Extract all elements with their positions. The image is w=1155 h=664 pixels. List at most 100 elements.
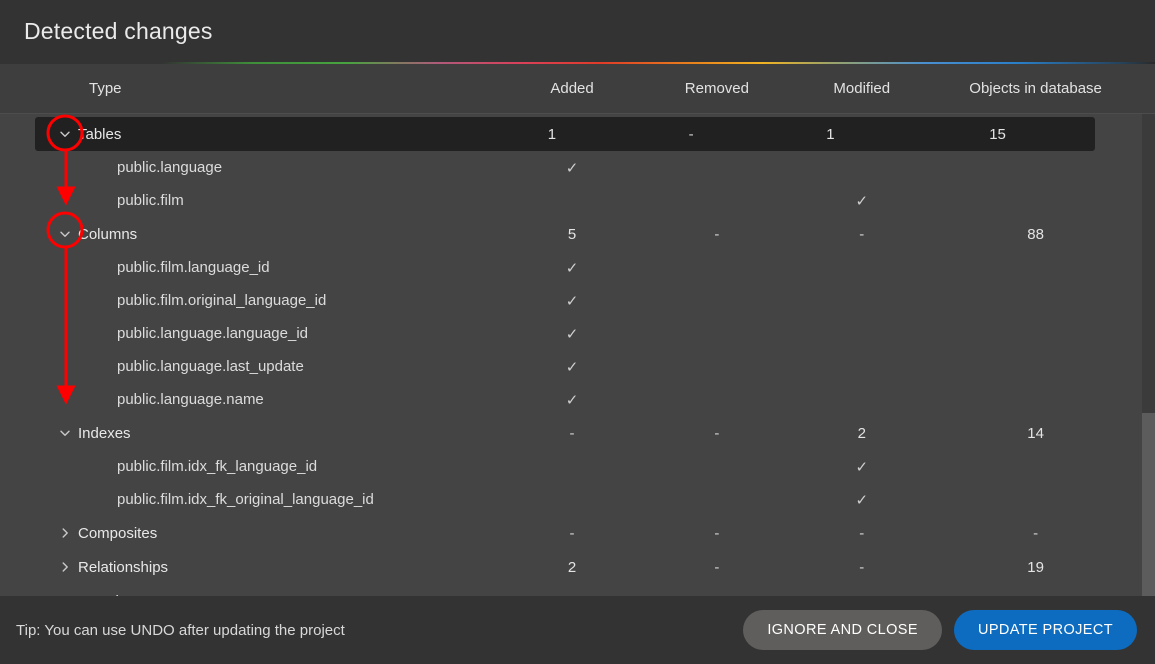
count-value: 1 [826, 125, 835, 143]
count-value: 88 [1027, 225, 1044, 243]
checkmark-icon: ✓ [565, 358, 579, 376]
count-value: 5 [567, 225, 577, 243]
object-name: public.film.language_id [117, 259, 270, 276]
table-row[interactable]: public.language ✓ [0, 151, 1137, 184]
column-header-removed: Removed [684, 80, 749, 97]
footer-buttons: IGNORE AND CLOSE UPDATE PROJECT [743, 610, 1137, 650]
count-value: 14 [1027, 424, 1044, 442]
table-row[interactable]: public.language.language_id ✓ [0, 317, 1137, 350]
empty-value: - [714, 225, 720, 243]
changes-list: Tables 1 - 1 15 public.language ✓ public.film ✓ C… [0, 114, 1155, 596]
cell-objects: 88 [934, 226, 1137, 243]
vertical-scrollbar-thumb[interactable] [1142, 412, 1155, 596]
table-row[interactable]: public.film.original_language_id ✓ [0, 284, 1137, 317]
table-row[interactable]: public.film.language_id ✓ [0, 251, 1137, 284]
page-title: Detected changes [24, 17, 213, 44]
table-group-row[interactable]: Tables 1 - 1 15 [35, 117, 1095, 151]
cell-modified: - [789, 226, 934, 243]
table-row[interactable]: public.language.last_update ✓ [0, 350, 1137, 383]
cell-modified: 1 [761, 126, 900, 143]
chevron-right-icon[interactable] [52, 526, 78, 540]
detected-changes-dialog: Detected changes Type Added Removed Modi… [0, 0, 1155, 664]
checkmark-icon: ✓ [565, 259, 579, 277]
cell-modified: ✓ [789, 458, 934, 476]
count-value: 19 [1027, 558, 1044, 576]
empty-value: - [714, 424, 720, 442]
row-label-cell: Indexes [0, 425, 500, 442]
empty-value: - [859, 558, 865, 576]
ignore-and-close-button[interactable]: IGNORE AND CLOSE [743, 610, 942, 650]
table-group-row[interactable]: Composites - - - - [0, 516, 1137, 550]
cell-added: - [500, 525, 645, 542]
cell-modified: - [789, 525, 934, 542]
object-name: public.film.original_language_id [117, 292, 327, 309]
cell-added: ✓ [500, 325, 645, 343]
count-value: 10 [1027, 593, 1044, 597]
vertical-scrollbar[interactable] [1142, 114, 1155, 596]
table-group-row[interactable]: Columns 5 - - 88 [0, 217, 1137, 251]
empty-value: - [859, 225, 865, 243]
cell-objects: 10 [934, 593, 1137, 597]
empty-value: - [714, 593, 719, 597]
table-row[interactable]: public.film.idx_fk_language_id ✓ [0, 450, 1137, 483]
object-name: public.film.idx_fk_language_id [117, 458, 318, 475]
row-label-cell: public.language [0, 159, 500, 176]
chevron-down-icon[interactable] [52, 127, 78, 141]
object-name: public.language.language_id [117, 325, 309, 342]
row-label-cell: public.language.name [0, 391, 500, 408]
chevron-right-icon[interactable] [52, 560, 78, 574]
cell-removed: - [644, 226, 789, 243]
empty-value: - [1033, 524, 1039, 542]
group-name: Composites [78, 524, 158, 542]
table-group-row[interactable]: Indexes - - 2 14 [0, 416, 1137, 450]
count-value: 15 [989, 125, 1006, 143]
cell-removed: - [622, 126, 761, 143]
cell-added: ✓ [500, 159, 645, 177]
object-name: public.language.name [117, 391, 264, 408]
cell-added: 1 [482, 126, 621, 143]
chevron-down-icon[interactable] [52, 426, 78, 440]
checkmark-icon: ✓ [565, 325, 579, 343]
cell-modified: 2 [789, 425, 934, 442]
cell-added: 5 [500, 226, 645, 243]
empty-value: - [714, 558, 720, 576]
group-name: Tables [78, 125, 122, 143]
empty-value: - [859, 524, 865, 542]
cell-objects: 15 [900, 126, 1095, 143]
empty-value: - [569, 524, 575, 542]
table-group-row[interactable]: Relationships 2 - - 19 [0, 550, 1137, 584]
group-name: Relationships [78, 558, 169, 576]
row-label-cell: public.language.last_update [0, 358, 500, 375]
cell-objects: - [934, 525, 1137, 542]
object-name: public.language.last_update [117, 358, 304, 375]
empty-value: - [569, 424, 575, 442]
checkmark-icon: ✓ [855, 491, 869, 509]
chevron-right-icon[interactable] [52, 594, 78, 596]
row-label-cell: public.film [0, 192, 500, 209]
object-name: public.language [117, 159, 223, 176]
empty-value: - [714, 524, 720, 542]
column-header-type: Type [89, 80, 122, 97]
column-header-modified: Modified [833, 80, 891, 97]
cell-modified: ✓ [789, 192, 934, 210]
cell-added: ✓ [500, 292, 645, 310]
cell-added: - [500, 593, 645, 597]
chevron-down-icon[interactable] [52, 227, 78, 241]
row-label-cell: public.film.idx_fk_original_language_id [0, 491, 500, 508]
cell-objects: 14 [934, 425, 1137, 442]
table-row[interactable]: public.language.name ✓ [0, 383, 1137, 416]
table-row[interactable]: public.film.idx_fk_original_language_id ✓ [0, 483, 1137, 516]
count-value: 2 [857, 424, 866, 442]
row-label-cell: public.film.idx_fk_language_id [0, 458, 500, 475]
group-name: Indexes [78, 424, 131, 442]
cell-added: 2 [500, 559, 645, 576]
count-value: 1 [547, 125, 557, 143]
table-column-header: Type Added Removed Modified Objects in d… [0, 64, 1155, 114]
cell-modified: - [789, 593, 934, 597]
group-name: Functions [78, 593, 143, 597]
dialog-footer: Tip: You can use UNDO after updating the… [0, 596, 1155, 664]
table-row[interactable]: public.film ✓ [0, 184, 1137, 217]
row-label-cell: public.language.language_id [0, 325, 500, 342]
update-project-button[interactable]: UPDATE PROJECT [953, 610, 1137, 650]
table-group-row[interactable]: Functions - - - 10 [0, 584, 1137, 597]
